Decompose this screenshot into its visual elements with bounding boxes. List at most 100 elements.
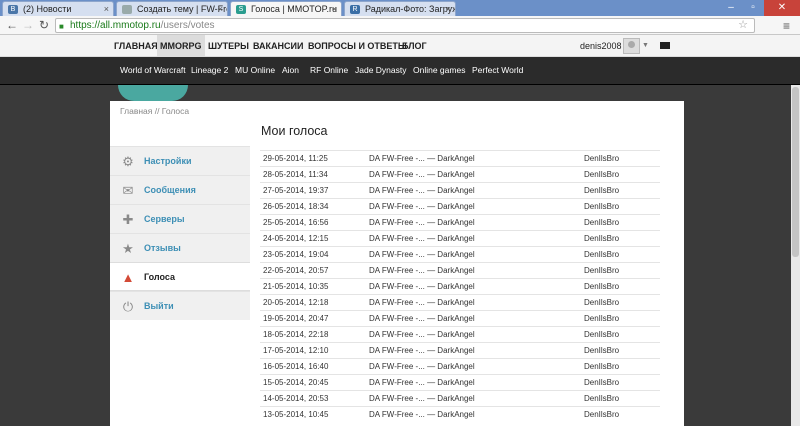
username[interactable]: denis2008	[580, 35, 622, 57]
close-tab-icon[interactable]: ×	[104, 2, 109, 16]
vote-server[interactable]: DA FW-Free -... — DarkAngel	[369, 311, 475, 327]
sidebar-item-logout[interactable]: ⏻ Выйти	[110, 291, 250, 320]
close-tab-icon[interactable]: ×	[446, 2, 451, 16]
vote-user: DenIlsBro	[584, 234, 620, 243]
table-row: 24-05-2014, 12:15 DA FW-Free -... — DarkA…	[260, 230, 660, 246]
vote-server[interactable]: DA FW-Free -... — DarkAngel	[369, 263, 475, 279]
lock-icon: ■	[59, 22, 64, 31]
site-logo[interactable]	[118, 85, 188, 101]
game-link[interactable]: World of Warcraft	[120, 57, 186, 84]
vote-user: DenIlsBro	[584, 250, 620, 259]
sidebar-item-label: Сообщения	[144, 185, 196, 195]
game-link[interactable]: Aion	[282, 57, 299, 84]
vote-server[interactable]: DA FW-Free -... — DarkAngel	[369, 375, 475, 391]
site-top-nav: ГЛАВНАЯ MMORPG ШУТЕРЫ ВАКАНСИИ ВОПРОСЫ И…	[0, 35, 800, 57]
thumbs-up-icon: ▲	[121, 270, 135, 285]
vote-user: DenIlsBro	[584, 394, 620, 403]
vote-date: 13-05-2014, 10:45	[263, 410, 329, 419]
scrollbar[interactable]	[791, 85, 800, 426]
vote-server[interactable]: DA FW-Free -... — DarkAngel	[369, 151, 475, 167]
vote-server[interactable]: DA FW-Free -... — DarkAngel	[369, 247, 475, 263]
table-row: 21-05-2014, 10:35 DA FW-Free -... — DarkA…	[260, 278, 660, 294]
tab-title: Голоса | MMOTOP.ru	[251, 4, 337, 14]
vk-icon: В	[8, 5, 18, 14]
table-row: 23-05-2014, 19:04 DA FW-Free -... — DarkA…	[260, 246, 660, 262]
browser-tab-strip: В (2) Новости × Создать тему | FW-Free |…	[0, 0, 800, 16]
game-link[interactable]: Jade Dynasty	[355, 57, 407, 84]
envelope-icon[interactable]	[660, 42, 670, 49]
url-host: all.mmotop.ru	[100, 20, 161, 31]
vote-user: DenIlsBro	[584, 170, 620, 179]
browser-tab[interactable]: Создать тему | FW-Free | ×	[116, 1, 228, 16]
nav-item-blog[interactable]: БЛОГ	[402, 35, 427, 57]
vote-server[interactable]: DA FW-Free -... — DarkAngel	[369, 199, 475, 215]
sidebar-item-settings[interactable]: ⚙ Настройки	[110, 146, 250, 175]
vote-date: 24-05-2014, 12:15	[263, 234, 329, 243]
table-row: 13-05-2014, 10:45 DA FW-Free -... — DarkA…	[260, 406, 660, 422]
vote-date: 14-05-2014, 20:53	[263, 394, 329, 403]
nav-item-shooters[interactable]: ШУТЕРЫ	[208, 35, 249, 57]
forward-icon[interactable]: →	[22, 18, 34, 32]
scrollbar-thumb[interactable]	[792, 87, 799, 257]
vote-date: 15-05-2014, 20:45	[263, 378, 329, 387]
game-link[interactable]: MU Online	[235, 57, 275, 84]
vote-date: 26-05-2014, 18:34	[263, 202, 329, 211]
page-title: Мои голоса	[261, 124, 328, 138]
game-link[interactable]: Lineage 2	[191, 57, 228, 84]
game-link[interactable]: RF Online	[310, 57, 348, 84]
close-tab-icon[interactable]: ×	[332, 2, 337, 16]
table-row: 16-05-2014, 16:40 DA FW-Free -... — DarkA…	[260, 358, 660, 374]
vote-user: DenIlsBro	[584, 218, 620, 227]
browser-tab[interactable]: В (2) Новости ×	[2, 1, 114, 16]
bookmark-star-icon[interactable]: ☆	[738, 18, 748, 31]
vote-server[interactable]: DA FW-Free -... — DarkAngel	[369, 215, 475, 231]
sidebar-item-reviews[interactable]: ★ Отзывы	[110, 233, 250, 262]
sidebar-item-messages[interactable]: ✉ Сообщения	[110, 175, 250, 204]
breadcrumb[interactable]: Главная // Голоса	[120, 106, 189, 116]
sidebar-item-votes[interactable]: ▲ Голоса	[110, 262, 250, 291]
table-row: 22-05-2014, 20:57 DA FW-Free -... — DarkA…	[260, 262, 660, 278]
power-icon: ⏻	[122, 299, 134, 314]
game-link[interactable]: Perfect World	[472, 57, 523, 84]
vote-server[interactable]: DA FW-Free -... — DarkAngel	[369, 279, 475, 295]
vote-date: 22-05-2014, 20:57	[263, 266, 329, 275]
vote-server[interactable]: DA FW-Free -... — DarkAngel	[369, 327, 475, 343]
nav-item-mmorpg[interactable]: MMORPG	[157, 35, 205, 57]
nav-item-qa[interactable]: ВОПРОСЫ И ОТВЕТЫ	[308, 35, 407, 57]
table-row: 28-05-2014, 11:34 DA FW-Free -... — DarkA…	[260, 166, 660, 182]
vote-server[interactable]: DA FW-Free -... — DarkAngel	[369, 183, 475, 199]
chevron-down-icon[interactable]: ▼	[642, 35, 649, 57]
url-path: /users/votes	[160, 20, 215, 31]
reload-icon[interactable]: ↻	[39, 18, 49, 32]
vote-server[interactable]: DA FW-Free -... — DarkAngel	[369, 295, 475, 311]
maximize-icon[interactable]: ▫	[742, 0, 764, 16]
url-scheme: https://	[70, 20, 101, 31]
browser-menu-icon[interactable]: ≡	[783, 19, 790, 33]
window-close-icon[interactable]: ✕	[764, 0, 800, 16]
vote-server[interactable]: DA FW-Free -... — DarkAngel	[369, 231, 475, 247]
vote-server[interactable]: DA FW-Free -... — DarkAngel	[369, 407, 475, 423]
sidebar-item-label: Отзывы	[144, 243, 181, 253]
minimize-icon[interactable]: –	[720, 0, 742, 16]
sidebar-item-servers[interactable]: ✚ Серверы	[110, 204, 250, 233]
game-link[interactable]: Online games	[413, 57, 465, 84]
vote-server[interactable]: DA FW-Free -... — DarkAngel	[369, 343, 475, 359]
sidebar-item-label: Настройки	[144, 156, 192, 166]
browser-tab-active[interactable]: S Голоса | MMOTOP.ru ×	[230, 1, 342, 16]
close-tab-icon[interactable]: ×	[218, 2, 223, 16]
address-bar[interactable]: ■ https://all.mmotop.ru/users/votes	[55, 18, 755, 33]
nav-item-main[interactable]: ГЛАВНАЯ	[114, 35, 158, 57]
vote-user: DenIlsBro	[584, 154, 620, 163]
envelope-icon: ✉	[122, 183, 134, 198]
table-row: 18-05-2014, 22:18 DA FW-Free -... — DarkA…	[260, 326, 660, 342]
nav-item-vacancies[interactable]: ВАКАНСИИ	[253, 35, 303, 57]
back-icon[interactable]: ←	[6, 18, 18, 32]
vote-user: DenIlsBro	[584, 186, 620, 195]
avatar[interactable]	[623, 38, 640, 54]
vote-server[interactable]: DA FW-Free -... — DarkAngel	[369, 391, 475, 407]
browser-tab[interactable]: R Радикал-Фото: Загружен ×	[344, 1, 456, 16]
vote-date: 16-05-2014, 16:40	[263, 362, 329, 371]
vote-server[interactable]: DA FW-Free -... — DarkAngel	[369, 359, 475, 375]
vote-server[interactable]: DA FW-Free -... — DarkAngel	[369, 167, 475, 183]
radikal-icon: R	[350, 5, 360, 14]
